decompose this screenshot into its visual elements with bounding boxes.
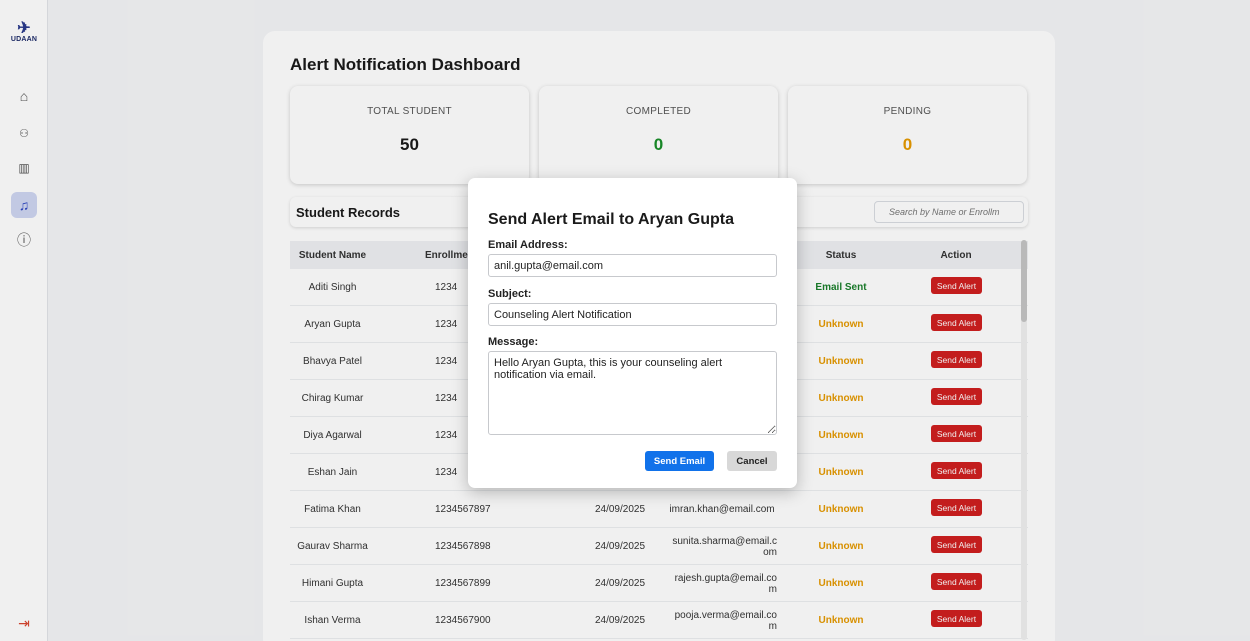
- message-field[interactable]: Hello Aryan Gupta, this is your counseli…: [488, 351, 777, 435]
- email-label: Email Address:: [488, 239, 568, 251]
- message-label: Message:: [488, 336, 539, 348]
- email-field[interactable]: [488, 254, 777, 277]
- send-email-button[interactable]: Send Email: [645, 451, 714, 471]
- modal-title: Send Alert Email to Aryan Gupta: [488, 211, 734, 228]
- subject-field[interactable]: [488, 303, 777, 326]
- subject-label: Subject:: [488, 288, 532, 300]
- send-alert-modal: Send Alert Email to Aryan Gupta Email Ad…: [468, 178, 797, 488]
- cancel-button[interactable]: Cancel: [727, 451, 777, 471]
